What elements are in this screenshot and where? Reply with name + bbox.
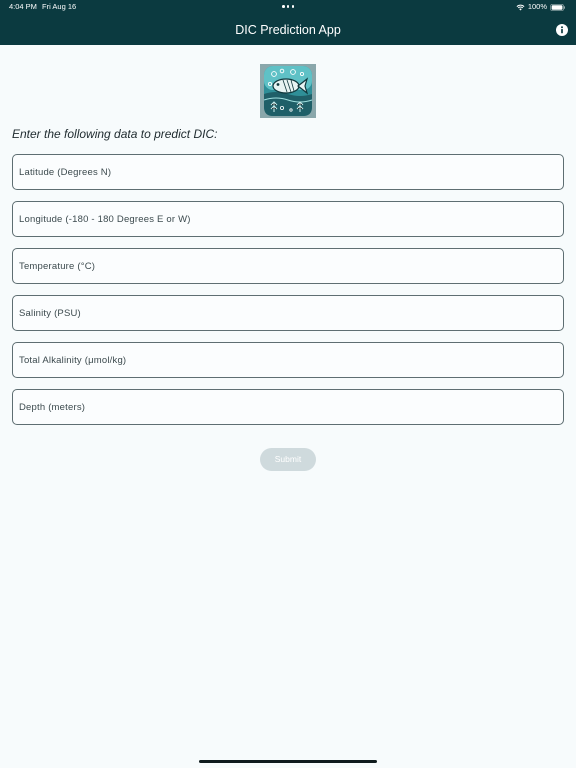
multitasking-dots-icon[interactable] [282,5,294,8]
battery-icon [550,3,565,11]
temperature-input[interactable] [13,249,563,283]
depth-field[interactable] [12,389,564,425]
longitude-input[interactable] [13,202,563,236]
home-indicator[interactable] [199,760,377,763]
status-bar: 4:04 PM Fri Aug 16 100% [0,0,576,14]
status-time: 4:04 PM [9,2,37,11]
form-prompt: Enter the following data to predict DIC: [12,127,218,141]
latitude-input[interactable] [13,155,563,189]
status-right: 100% [516,0,566,14]
top-bar: 4:04 PM Fri Aug 16 100% DIC Prediction A… [0,0,576,45]
depth-input[interactable] [13,390,563,424]
longitude-field[interactable] [12,201,564,237]
fish-logo-icon [260,64,316,118]
salinity-field[interactable] [12,295,564,331]
latitude-field[interactable] [12,154,564,190]
app-logo [260,64,316,118]
salinity-input[interactable] [13,296,563,330]
total-alkalinity-input[interactable] [13,343,563,377]
battery-percent: 100% [527,2,547,11]
total-alkalinity-field[interactable] [12,342,564,378]
submit-button[interactable]: Submit [260,448,316,471]
info-icon[interactable] [556,24,568,36]
nav-title: DIC Prediction App [235,23,341,37]
status-date: Fri Aug 16 [42,2,77,11]
temperature-field[interactable] [12,248,564,284]
wifi-icon [516,4,525,10]
